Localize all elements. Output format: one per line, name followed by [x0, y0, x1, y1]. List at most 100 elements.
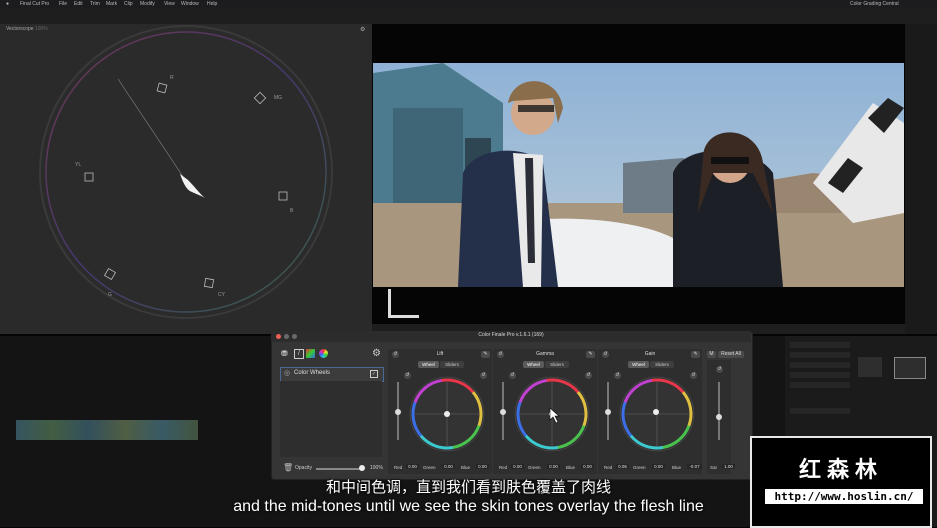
effects-row[interactable]	[790, 372, 850, 378]
lift-picker-icon[interactable]: ✎	[481, 351, 490, 358]
viewer-corner-marker	[388, 289, 419, 318]
gain-picker-icon[interactable]: ✎	[691, 351, 700, 358]
curves-icon[interactable]: /	[294, 349, 304, 359]
menu-edit[interactable]: Edit	[74, 0, 83, 8]
opacity-slider-track[interactable]	[316, 468, 362, 470]
gain-title: Gain	[644, 351, 656, 357]
label-yl: YL	[75, 162, 81, 168]
sat-label: Sat	[710, 465, 717, 470]
gear-icon[interactable]: ⚙	[372, 348, 381, 359]
label-g: G	[108, 292, 112, 298]
lift-blue-label: Blue	[461, 465, 471, 470]
gain-red-label: Red	[604, 465, 613, 470]
effects-row[interactable]	[790, 382, 850, 388]
vectorscope-graph: R MG B CY G YL	[39, 25, 333, 319]
watermark-url: http://www.hoslin.cn/	[765, 489, 923, 504]
lift-red-value[interactable]: 0.00	[406, 464, 419, 469]
gamma-sliders-tab[interactable]: Sliders	[545, 361, 569, 368]
lift-wheel-tab[interactable]: Wheel	[418, 361, 439, 368]
inspector-panel	[905, 24, 937, 334]
effects-row[interactable]	[790, 362, 850, 368]
gain-red-value[interactable]: 0.06	[616, 464, 629, 469]
gain-color-wheel[interactable]	[617, 374, 697, 454]
menu-bar: ● Final Cut Pro File Edit Trim Mark Clip…	[0, 0, 937, 8]
layer-label: Color Wheels	[294, 370, 331, 376]
menu-mark[interactable]: Mark	[106, 0, 117, 8]
gamma-picker-icon[interactable]: ✎	[586, 351, 595, 358]
layer-enable-checkbox[interactable]: ✓	[370, 370, 378, 378]
color-cube-icon[interactable]	[306, 349, 315, 358]
label-cy: CY	[218, 292, 226, 298]
lift-green-label: Green	[423, 465, 436, 470]
lift-color-wheel[interactable]	[407, 374, 487, 454]
gain-blue-value[interactable]: -0.07	[687, 464, 702, 469]
gamma-red-label: Red	[499, 465, 508, 470]
reset-all-button[interactable]: Reset All	[718, 351, 744, 358]
vectorscope-title: Vectorscope 100%	[6, 26, 48, 32]
menu-clip[interactable]: Clip	[124, 0, 133, 8]
effects-row[interactable]	[790, 352, 850, 358]
lift-blue-value[interactable]: 0.00	[476, 464, 489, 469]
menu-modify[interactable]: Modify	[140, 0, 155, 8]
menu-help[interactable]: Help	[207, 0, 217, 8]
gamma-title: Gamma	[536, 351, 554, 357]
label-mg: MG	[274, 95, 282, 101]
lift-reset-icon[interactable]: ↺	[392, 351, 399, 358]
label-r: R	[170, 75, 174, 81]
video-frame	[373, 63, 904, 287]
opacity-value: 100%	[370, 465, 383, 471]
gamma-green-value[interactable]: 0.00	[547, 464, 560, 469]
lift-green-value[interactable]: 0.00	[442, 464, 455, 469]
effects-row[interactable]	[790, 342, 850, 348]
menubar-right-text: Color Grading Central	[850, 1, 899, 7]
vectorscope-zoom: 100%	[34, 26, 48, 32]
sat-reset-icon[interactable]: ↺	[716, 366, 723, 373]
effect-thumb-selected[interactable]	[894, 357, 926, 379]
effects-row[interactable]	[790, 408, 850, 414]
sat-slider-knob[interactable]	[716, 414, 722, 420]
gamma-blue-label: Blue	[566, 465, 576, 470]
effect-thumb[interactable]	[858, 357, 882, 377]
scope-settings-icon[interactable]: ⚙	[360, 26, 365, 33]
gain-wheel-tab[interactable]: Wheel	[628, 361, 649, 368]
timeline-clip[interactable]	[16, 420, 198, 440]
gain-blue-label: Blue	[672, 465, 682, 470]
sat-slider[interactable]	[718, 382, 720, 440]
vectorscope-panel: R MG B CY G YL Vectorscope 100% ⚙	[0, 24, 372, 334]
color-wheels-icon: ◎	[284, 370, 291, 377]
layers-icon[interactable]: ⛃	[281, 349, 288, 358]
gamma-blue-value[interactable]: 0.00	[581, 464, 594, 469]
gamma-red-value[interactable]: 0.00	[511, 464, 524, 469]
plugin-title: Color Finale Pro v.1.6.1 (169)	[478, 332, 544, 338]
lift-sliders-tab[interactable]: Sliders	[440, 361, 464, 368]
gain-green-value[interactable]: 0.00	[652, 464, 665, 469]
menu-app[interactable]: Final Cut Pro	[20, 0, 49, 8]
gamma-reset-icon[interactable]: ↺	[497, 351, 504, 358]
gamma-master-knob[interactable]	[500, 409, 506, 415]
color-wheel-icon[interactable]	[319, 349, 328, 358]
menu-window[interactable]: Window	[181, 0, 199, 8]
gamma-wheel-tab[interactable]: Wheel	[523, 361, 544, 368]
m-button[interactable]: M	[707, 351, 716, 358]
gamma-green-label: Green	[528, 465, 541, 470]
vectorscope-title-text: Vectorscope	[6, 26, 34, 32]
lift-master-knob[interactable]	[395, 409, 401, 415]
opacity-label: Opacity	[295, 465, 312, 471]
watermark-name: 红森林	[798, 458, 883, 483]
gamma-color-wheel[interactable]	[512, 374, 592, 454]
trash-icon[interactable]: 🗑	[283, 463, 293, 472]
menu-trim[interactable]: Trim	[90, 0, 100, 8]
lift-title: Lift	[436, 351, 444, 357]
gain-reset-icon[interactable]: ↺	[602, 351, 609, 358]
lift-red-label: Red	[394, 465, 403, 470]
sat-value[interactable]: 1.00	[722, 464, 735, 469]
man-suit	[458, 150, 558, 287]
gain-master-knob[interactable]	[605, 409, 611, 415]
gain-green-label: Green	[633, 465, 646, 470]
menu-file[interactable]: File	[59, 0, 67, 8]
layer-list	[280, 381, 382, 457]
gain-sliders-tab[interactable]: Sliders	[650, 361, 674, 368]
apple-icon[interactable]: ●	[6, 0, 9, 8]
opacity-slider-knob[interactable]	[359, 465, 365, 471]
menu-view[interactable]: View	[164, 0, 175, 8]
